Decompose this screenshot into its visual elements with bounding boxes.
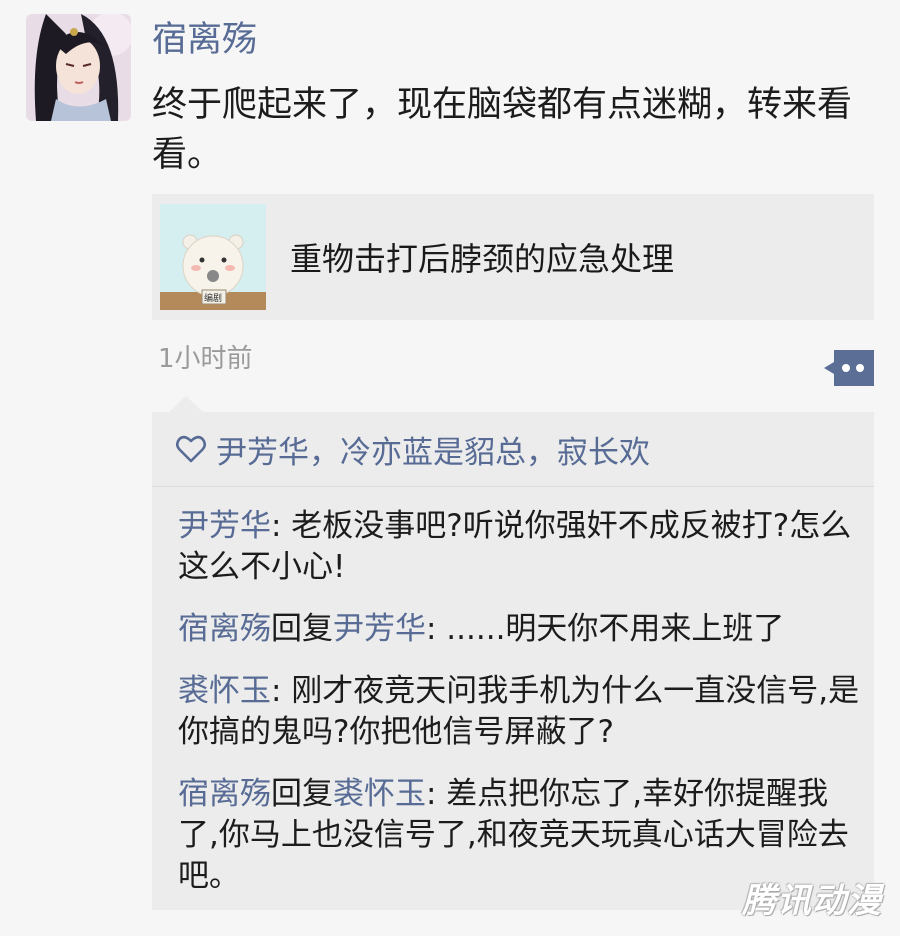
bear-reporter-icon: 编剧	[160, 204, 266, 310]
comment-item[interactable]: 裘怀玉: 刚才夜竞天问我手机为什么一直没信号,是你搞的鬼吗?你把他信号屏蔽了?	[178, 671, 868, 753]
comment-text: : 刚才夜竞天问我手机为什么一直没信号,是你搞的鬼吗?你把他信号屏蔽了?	[178, 673, 860, 750]
likes-names[interactable]: 尹芳华，冷亦蓝是貂总，寂长欢	[216, 427, 650, 472]
comment-author[interactable]: 裘怀玉	[178, 673, 271, 709]
comment-author[interactable]: 宿离殇	[178, 776, 271, 812]
post-author-name[interactable]: 宿离殇	[152, 16, 257, 64]
thumb-sign: 编剧	[204, 294, 223, 304]
reply-target[interactable]: 裘怀玉	[333, 776, 426, 812]
comment-author[interactable]: 宿离殇	[178, 611, 271, 647]
comment-text: : ......明天你不用来上班了	[426, 611, 785, 647]
avatar[interactable]	[26, 14, 131, 121]
comment-item[interactable]: 尹芳华: 老板没事吧?听说你强奸不成反被打?怎么这么不小心!	[178, 506, 868, 588]
post-time: 1小时前	[158, 344, 253, 374]
comment-item[interactable]: 宿离殇回复尹芳华: ......明天你不用来上班了	[178, 609, 868, 650]
reply-target[interactable]: 尹芳华	[333, 611, 426, 647]
comment-panel: 尹芳华，冷亦蓝是貂总，寂长欢 尹芳华: 老板没事吧?听说你强奸不成反被打?怎么这…	[152, 412, 874, 910]
shared-link-title[interactable]: 重物击打后脖颈的应急处理	[290, 234, 674, 280]
heart-icon	[176, 435, 206, 463]
reply-word: 回复	[271, 611, 333, 647]
comment-author[interactable]: 尹芳华	[178, 508, 271, 544]
comment-text: : 老板没事吧?听说你强奸不成反被打?怎么这么不小心!	[178, 508, 852, 585]
comment-list: 尹芳华: 老板没事吧?听说你强奸不成反被打?怎么这么不小心! 宿离殇回复尹芳华:…	[178, 506, 868, 918]
likes-row: 尹芳华，冷亦蓝是貂总，寂长欢	[152, 412, 874, 487]
post-text: 终于爬起来了，现在脑袋都有点迷糊，转来看看。	[152, 85, 853, 175]
reply-word: 回复	[271, 776, 333, 812]
watermark-logo: 腾讯动漫	[742, 881, 882, 921]
shared-link-card[interactable]: 编剧 重物击打后脖颈的应急处理	[152, 194, 874, 320]
comment-more-button[interactable]	[824, 350, 874, 386]
comment-panel-caret	[168, 396, 204, 413]
